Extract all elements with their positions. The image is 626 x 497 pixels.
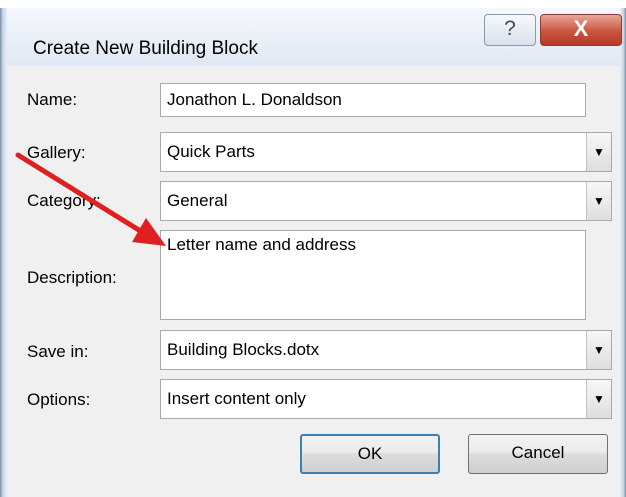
arrow-shaft <box>15 152 145 235</box>
red-arrow-icon <box>15 152 166 246</box>
create-building-block-dialog: Create New Building Block ? X Name: Gall… <box>0 0 626 497</box>
arrow-head <box>132 218 166 246</box>
